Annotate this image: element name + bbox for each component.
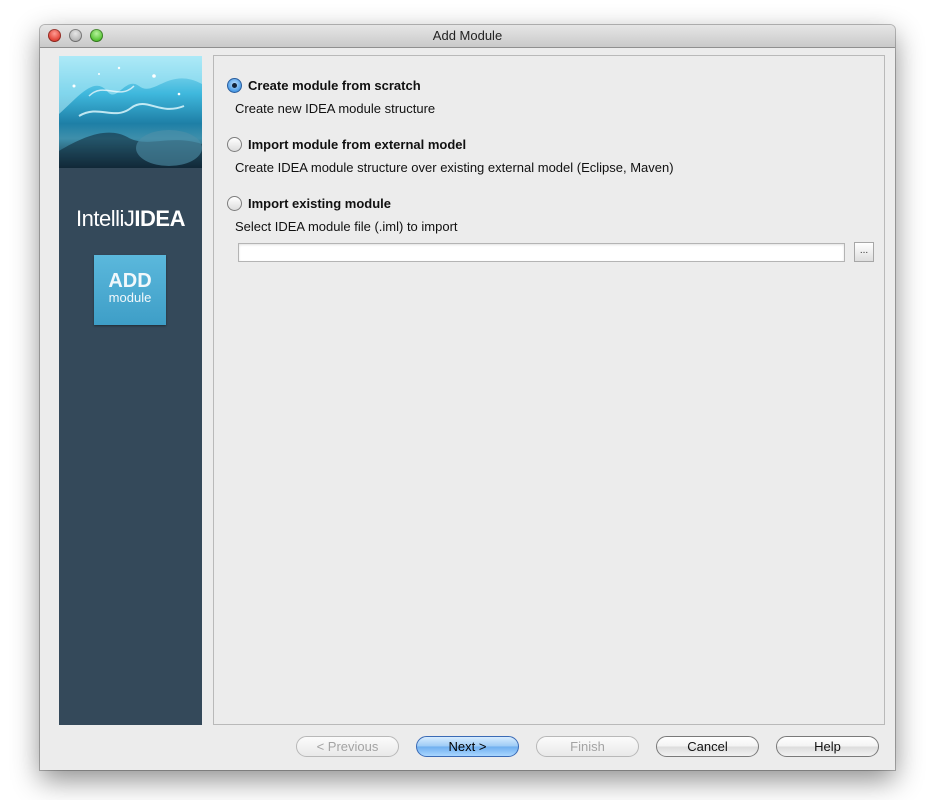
radio-create-from-scratch[interactable] (227, 77, 242, 93)
option-description: Create IDEA module structure over existi… (235, 160, 674, 175)
cancel-button[interactable]: Cancel (656, 736, 759, 757)
intellij-idea-logo: IntelliJIDEA (59, 206, 202, 232)
brand-light-text: IntelliJ (76, 206, 135, 231)
option-description: Select IDEA module file (.iml) to import (235, 219, 458, 234)
option-label[interactable]: Create module from scratch (248, 78, 421, 93)
browse-button[interactable]: ... (854, 242, 874, 262)
option-label[interactable]: Import existing module (248, 196, 391, 211)
next-button[interactable]: Next > (416, 736, 519, 757)
add-module-tile: ADD module (94, 255, 166, 325)
option-label[interactable]: Import module from external model (248, 137, 466, 152)
add-tile-small-text: module (108, 290, 152, 305)
title-bar: Add Module (40, 25, 895, 48)
window-title: Add Module (432, 28, 503, 43)
option-description: Create new IDEA module structure (235, 101, 436, 116)
brand-bold-text: IDEA (134, 206, 185, 231)
wizard-content-panel: Create module from scratch Create new ID… (213, 55, 885, 725)
help-button[interactable]: Help (776, 736, 879, 757)
previous-button[interactable]: < Previous (296, 736, 399, 757)
option-create-from-scratch[interactable]: Create module from scratch (227, 76, 421, 94)
wizard-sidebar: IntelliJIDEA ADD module (59, 56, 202, 725)
module-file-path-input[interactable] (238, 243, 845, 262)
radio-import-existing-module[interactable] (227, 195, 242, 211)
option-import-existing-module[interactable]: Import existing module (227, 194, 391, 212)
option-import-external-model[interactable]: Import module from external model (227, 135, 466, 153)
radio-import-external-model[interactable] (227, 136, 242, 152)
finish-button[interactable]: Finish (536, 736, 639, 757)
add-tile-big-text: ADD (108, 270, 152, 292)
add-module-dialog: Add Module IntelliJIDEA ADD module Creat… (40, 25, 895, 770)
water-splash-image (59, 56, 202, 206)
